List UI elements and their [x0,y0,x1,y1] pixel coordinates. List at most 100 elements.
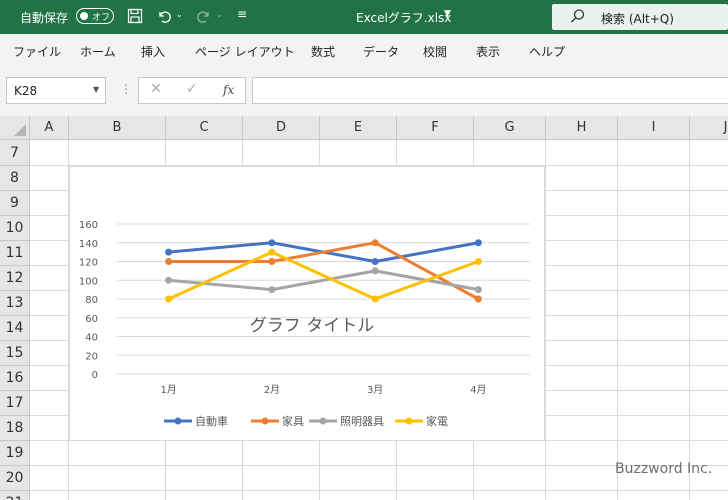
tab-review[interactable]: 校閲 [423,43,447,60]
row-header-8[interactable]: 8 [0,166,30,191]
row-header-17[interactable]: 17 [0,391,30,416]
y-tick-label: 120 [79,258,98,269]
data-point [165,258,173,265]
file-name[interactable]: Excelグラフ.xlsx [356,9,451,26]
y-tick-label: 40 [85,333,98,344]
tab-formulas[interactable]: 数式 [311,43,335,60]
x-tick-label: 4月 [470,384,486,396]
legend-label: 自動車 [195,414,228,428]
gridline [30,490,728,491]
row-header-12[interactable]: 12 [0,266,30,291]
watermark-text: Buzzword Inc. [615,461,713,477]
data-point [268,286,276,294]
enter-icon[interactable]: ✓ [186,81,198,97]
tab-page-layout[interactable]: ページ レイアウト [195,43,295,60]
chart-title[interactable]: グラフ タイトル [250,316,374,336]
name-box[interactable]: K28 ▼ [6,77,106,104]
row-header-15[interactable]: 15 [0,341,30,366]
column-header-g[interactable]: G [474,116,546,140]
column-header-a[interactable]: A [30,116,69,140]
name-box-value: K28 [14,84,38,98]
filename-dropdown-icon[interactable]: ▼ [444,9,451,19]
search-box[interactable]: 検索 (Alt+Q) [552,4,728,30]
legend-marker [261,417,269,425]
tab-insert[interactable]: 挿入 [141,43,165,60]
insert-function-button[interactable]: fx [223,83,234,97]
x-tick-label: 1月 [160,384,176,396]
data-point [371,239,379,247]
legend-marker [405,417,413,425]
save-icon[interactable] [127,8,143,28]
tab-home[interactable]: ホーム [80,43,116,60]
column-header-f[interactable]: F [397,116,474,140]
select-all-corner[interactable] [0,116,30,140]
row-header-21[interactable]: 21 [0,491,30,500]
chart-area[interactable]: 0 20 40 60 80 100 120 140 160 1月 2月 3月 4月 グラフ タイトル … [69,166,545,441]
data-point [268,248,276,256]
data-point [371,295,379,303]
formula-bar-grip-icon[interactable]: ⋮ [120,82,132,96]
toggle-knob [80,12,88,20]
row-header-10[interactable]: 10 [0,216,30,241]
title-bar: 自動保存 オフ ⌄ ⌄ ≡ Excelグラフ.xlsx ▼ 検索 (Alt+Q) [0,0,728,34]
row-header-7[interactable]: 7 [0,140,30,166]
cancel-icon[interactable]: ✕ [150,81,162,97]
y-tick-label: 0 [92,370,98,381]
data-point [371,267,379,275]
row-header-20[interactable]: 20 [0,466,30,491]
legend-marker [174,417,182,425]
column-header-c[interactable]: C [166,116,243,140]
tab-file[interactable]: ファイル [13,43,61,60]
toggle-state: オフ [92,13,111,23]
column-header-i[interactable]: I [618,116,690,140]
data-point [165,276,173,284]
redo-icon[interactable] [196,8,212,28]
legend-label: 家電 [426,414,448,428]
row-header-14[interactable]: 14 [0,316,30,341]
data-point [474,258,482,265]
line-chart: 020406080100120140160 1月 2月 3月 4月 グラフ タイトル … [79,220,530,428]
ribbon-tabs: ファイル ホーム 挿入 ページ レイアウト 数式 データ 校閲 表示 ヘルプ [0,34,728,66]
data-point [371,258,379,265]
tab-data[interactable]: データ [363,43,399,60]
row-header-18[interactable]: 18 [0,416,30,441]
formula-input[interactable] [252,77,728,104]
column-header-h[interactable]: H [546,116,618,140]
data-point [474,286,482,294]
row-header-9[interactable]: 9 [0,191,30,216]
formula-bar: K28 ▼ ⋮ ✕ ✓ fx [0,66,728,116]
row-header-16[interactable]: 16 [0,366,30,391]
column-header-b[interactable]: B [69,116,166,140]
y-tick-label: 100 [79,276,98,287]
customize-toolbar-icon[interactable]: ≡ [237,7,247,21]
undo-dropdown-icon[interactable]: ⌄ [176,10,183,19]
name-box-dropdown-icon[interactable]: ▼ [93,85,99,94]
row-header-19[interactable]: 19 [0,441,30,466]
gridline [617,140,618,500]
search-icon [570,8,586,27]
data-point [165,295,173,303]
column-header-e[interactable]: E [320,116,397,140]
autosave-toggle[interactable]: オフ [76,8,114,24]
spreadsheet-grid: A B C D E F G H I J 7 8 9 10 11 12 13 14… [0,116,728,500]
y-tick-label: 80 [85,295,98,306]
column-header-d[interactable]: D [243,116,320,140]
data-point [268,258,276,265]
tab-view[interactable]: 表示 [476,43,500,60]
row-header-13[interactable]: 13 [0,291,30,316]
column-header-j[interactable]: J [690,116,728,140]
tab-help[interactable]: ヘルプ [529,43,565,60]
x-tick-label: 3月 [367,384,383,396]
legend-label: 照明器具 [340,415,384,428]
redo-dropdown-icon[interactable]: ⌄ [216,10,223,19]
row-header-11[interactable]: 11 [0,241,30,266]
y-tick-label: 60 [85,314,98,325]
y-tick-label: 160 [79,220,98,231]
undo-icon[interactable] [156,8,172,28]
legend-label: 家具 [282,414,304,428]
gridline [689,140,690,500]
series-line-4 [168,250,479,301]
formula-buttons: ✕ ✓ fx [138,77,246,104]
data-point [268,239,276,247]
y-tick-label: 20 [85,351,98,362]
